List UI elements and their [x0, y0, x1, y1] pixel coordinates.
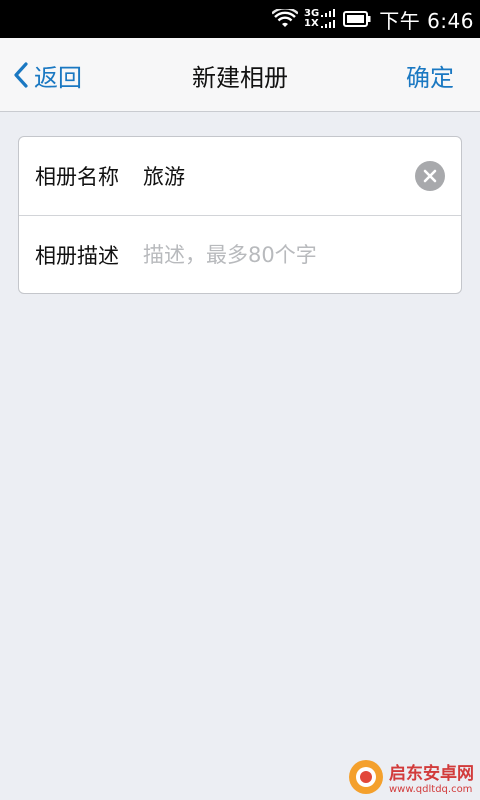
album-form: 相册名称 相册描述	[18, 136, 462, 294]
watermark: 启东安卓网 www.qdltdq.com	[347, 758, 474, 796]
network-type-bottom: 1X	[304, 18, 319, 29]
navigation-bar: 新建相册 返回 确定	[0, 38, 480, 112]
album-name-row: 相册名称	[19, 137, 461, 215]
album-description-row: 相册描述	[19, 215, 461, 293]
album-description-input[interactable]	[143, 234, 393, 275]
battery-icon	[343, 10, 371, 28]
watermark-logo-icon	[349, 760, 383, 794]
album-description-label: 相册描述	[35, 243, 119, 268]
close-icon	[423, 169, 437, 183]
confirm-button[interactable]: 确定	[406, 38, 454, 112]
wifi-icon	[272, 9, 299, 29]
back-button-label: 返回	[34, 63, 82, 92]
album-name-label: 相册名称	[35, 165, 119, 189]
status-bar: 3G 1X 下午 6:46	[0, 0, 480, 38]
album-name-input[interactable]	[143, 156, 393, 196]
signal-icon	[321, 9, 336, 29]
watermark-url: www.qdltdq.com	[389, 784, 473, 795]
clock: 下午 6:46	[379, 8, 474, 33]
back-button[interactable]: 返回	[12, 38, 82, 112]
watermark-name: 启东安卓网	[389, 764, 474, 784]
clear-input-button[interactable]	[415, 161, 445, 191]
chevron-left-icon	[14, 62, 28, 88]
network-type: 3G 1X	[304, 9, 319, 29]
